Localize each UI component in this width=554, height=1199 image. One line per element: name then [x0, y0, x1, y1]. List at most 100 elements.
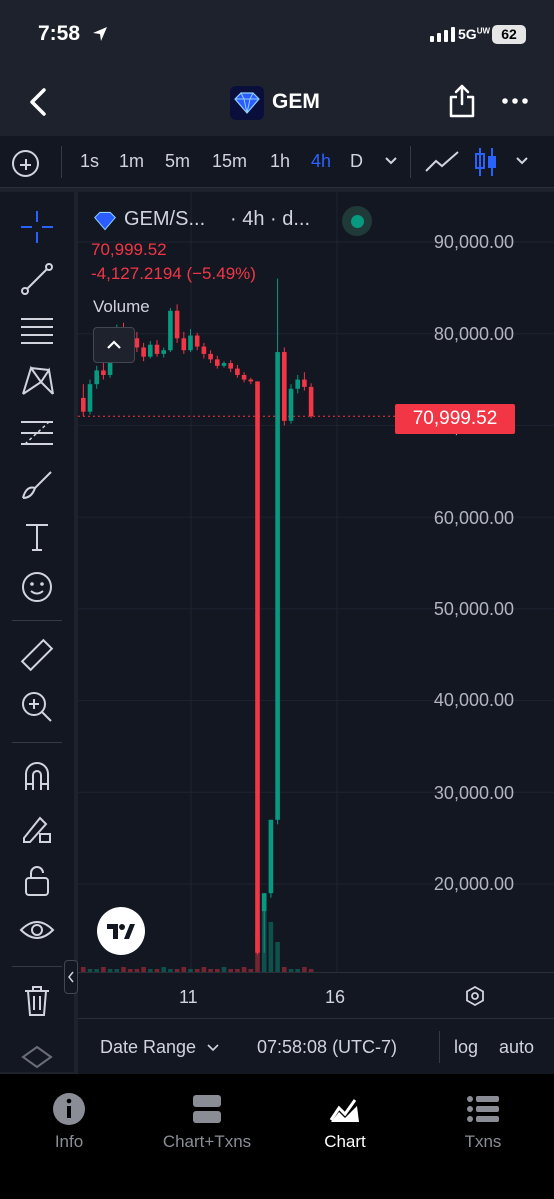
drawing-toolbar [0, 192, 74, 1072]
chart-settings-icon[interactable] [464, 985, 486, 1007]
tradingview-logo-icon[interactable] [97, 907, 145, 955]
legend-change: -4,127.2194 (−5.49%) [91, 264, 256, 283]
battery-icon: 62 [492, 25, 526, 44]
list-icon [467, 1096, 499, 1122]
tab-label: Txns [464, 1132, 502, 1151]
candle-body [81, 397, 86, 412]
lock-drawing-icon[interactable] [18, 810, 56, 848]
timeframe-toolbar: 1s 1m 5m 15m 1h 4h D [0, 136, 554, 188]
timeframe-4h[interactable]: 4h [311, 151, 331, 172]
layers-icon[interactable] [18, 1038, 56, 1076]
divider [439, 1031, 440, 1063]
candle-body [308, 386, 314, 417]
timeframe-1h[interactable]: 1h [270, 151, 290, 172]
collapse-toolbar-handle[interactable] [64, 960, 78, 994]
market-status-icon [342, 206, 372, 236]
clock-label[interactable]: 07:58:08 (UTC-7) [257, 1037, 397, 1058]
volume-bar [268, 922, 274, 972]
collapse-legend-button[interactable] [93, 327, 135, 363]
ruler-icon[interactable] [18, 636, 56, 674]
timeframe-1s[interactable]: 1s [80, 151, 99, 172]
candle-body [261, 893, 267, 912]
price-axis-label: 60,000.00 [433, 508, 514, 528]
tab-chart-txns[interactable]: Chart+Txns [138, 1092, 276, 1152]
chevron-down-icon [207, 1044, 219, 1052]
tab-txns[interactable]: Txns [414, 1092, 552, 1152]
candle-body [101, 370, 106, 375]
timeframe-5m[interactable]: 5m [165, 151, 190, 172]
chart-area[interactable]: GEM/S... · 4h · d... 70,999.52 -4,127.21… [78, 192, 554, 972]
split-view-icon [193, 1095, 221, 1123]
eye-icon[interactable] [18, 914, 56, 952]
emoji-icon[interactable] [18, 568, 56, 606]
candle-body [248, 379, 254, 382]
fib-icon[interactable] [18, 414, 56, 452]
date-range-button[interactable]: Date Range [100, 1037, 219, 1058]
tab-chart[interactable]: Chart [276, 1092, 414, 1152]
more-icon[interactable] [502, 98, 528, 104]
volume-bar [261, 912, 267, 972]
share-icon[interactable] [448, 84, 476, 118]
candle-body [288, 388, 294, 421]
location-arrow-icon [93, 27, 107, 41]
gem-logo-icon [230, 86, 264, 120]
zoom-in-icon[interactable] [18, 688, 56, 726]
time-axis[interactable]: 11 16 [78, 972, 554, 1018]
candle-body [302, 379, 307, 387]
text-icon[interactable] [18, 518, 56, 556]
network-label: 5GUW [458, 26, 491, 42]
add-indicator-icon[interactable] [12, 150, 39, 177]
legend-interval: · 4h · d... [230, 208, 311, 230]
timeframe-1m[interactable]: 1m [119, 151, 144, 172]
candle-body [282, 352, 287, 421]
candle-body [134, 338, 140, 348]
candle-body [208, 353, 213, 360]
tab-info[interactable]: Info [0, 1092, 138, 1152]
timeframe-15m[interactable]: 15m [212, 151, 247, 172]
candle-body [141, 347, 146, 357]
log-scale-button[interactable]: log [454, 1037, 478, 1058]
price-axis-label: 40,000.00 [433, 690, 514, 710]
tab-label: Chart+Txns [162, 1132, 252, 1151]
chevron-down-icon[interactable] [384, 156, 398, 166]
current-price-tag: 70,999.52 [395, 404, 515, 434]
nav-header: GEM [0, 70, 554, 134]
bottom-tab-bar: Info Chart+Txns Chart Txns [0, 1074, 554, 1199]
price-axis-label: 30,000.00 [433, 783, 514, 803]
candle-body [154, 344, 160, 354]
candle-body [194, 335, 200, 347]
candle-body [148, 344, 153, 357]
date-range-bar: Date Range 07:58:08 (UTC-7) log auto [78, 1018, 554, 1074]
legend-symbol[interactable]: GEM/S... [124, 208, 205, 231]
chevron-down-icon[interactable] [515, 156, 529, 166]
price-axis-label: 90,000.00 [433, 232, 514, 252]
back-icon[interactable] [26, 87, 50, 117]
candle-body [241, 374, 247, 380]
candle-body [94, 370, 99, 385]
timeframe-d[interactable]: D [350, 151, 363, 172]
tab-label: Info [54, 1132, 84, 1151]
divider [410, 146, 411, 178]
trend-line-icon[interactable] [18, 260, 56, 298]
brush-icon[interactable] [18, 466, 56, 504]
trash-icon[interactable] [18, 982, 56, 1020]
price-axis-label: 50,000.00 [433, 599, 514, 619]
candle-body [255, 381, 260, 953]
candle-body [87, 384, 93, 412]
magnet-icon[interactable] [18, 758, 56, 796]
time-axis-label: 16 [325, 987, 346, 1007]
crosshair-icon[interactable] [18, 208, 56, 246]
unlock-icon[interactable] [18, 862, 56, 900]
candle-body [235, 368, 240, 375]
candlestick-icon[interactable] [474, 146, 498, 178]
chevron-up-icon [107, 340, 121, 349]
horizontal-lines-icon[interactable] [18, 312, 56, 350]
pattern-icon[interactable] [18, 362, 56, 400]
auto-scale-button[interactable]: auto [499, 1037, 534, 1058]
line-chart-icon[interactable] [424, 149, 460, 175]
divider [12, 742, 62, 743]
candle-body [228, 363, 233, 369]
status-bar: 7:58 5GUW 62 [0, 0, 554, 70]
candle-body [201, 346, 207, 354]
divider [12, 966, 62, 967]
